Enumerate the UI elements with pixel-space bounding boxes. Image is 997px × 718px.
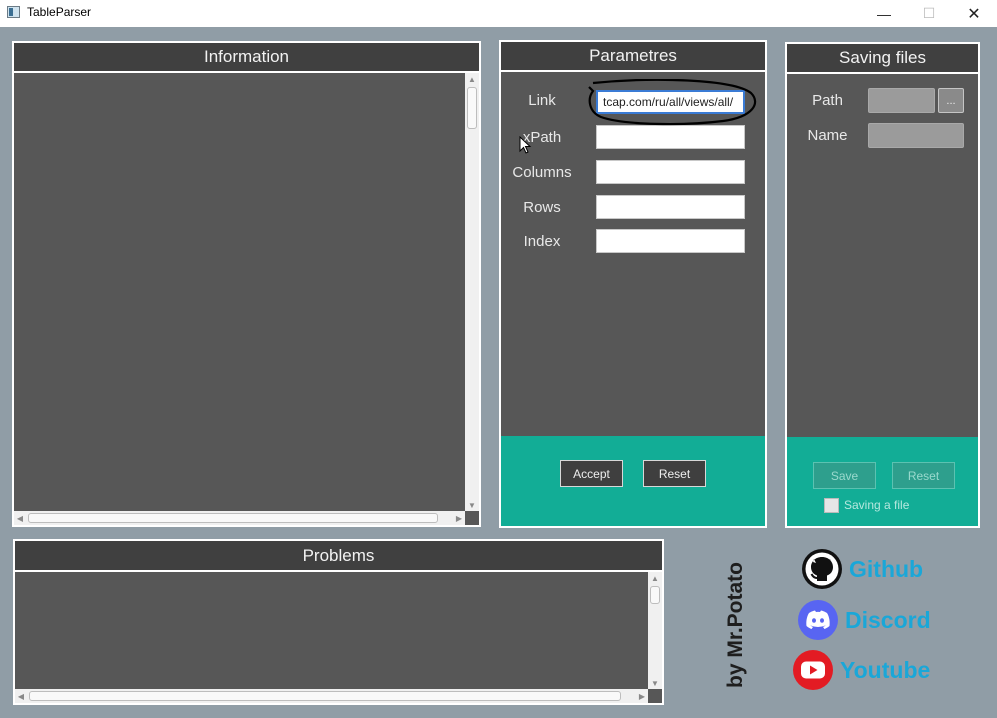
cursor-icon xyxy=(519,136,532,154)
github-link-label: Github xyxy=(849,555,924,582)
reset-parameters-button[interactable]: Reset xyxy=(643,460,706,487)
saving-files-header: Saving files xyxy=(787,44,978,74)
scroll-thumb[interactable] xyxy=(29,691,621,701)
information-header: Information xyxy=(14,43,479,73)
saving-files-panel: Saving files Path ... Name Save Reset Sa… xyxy=(785,42,980,528)
scroll-thumb[interactable] xyxy=(28,513,438,523)
problems-header: Problems xyxy=(15,541,662,572)
minimize-button[interactable]: — xyxy=(861,0,907,27)
app-icon xyxy=(7,6,20,18)
annotation-ellipse xyxy=(588,79,757,126)
name-input[interactable] xyxy=(868,123,964,148)
github-link[interactable]: Github xyxy=(801,548,923,590)
scroll-down-icon[interactable]: ▼ xyxy=(465,499,479,511)
discord-link-label: Discord xyxy=(845,606,931,633)
scroll-thumb[interactable] xyxy=(650,586,660,604)
reset-saving-button[interactable]: Reset xyxy=(892,462,955,489)
youtube-link[interactable]: Youtube xyxy=(792,649,930,691)
saving-checkbox[interactable] xyxy=(824,498,839,513)
author-credit-text: by Mr.Potato xyxy=(724,561,747,689)
scroll-up-icon[interactable]: ▲ xyxy=(648,572,662,584)
columns-label: Columns xyxy=(512,164,572,181)
columns-input[interactable] xyxy=(596,160,745,184)
saving-action-bar: Save Reset Saving a file xyxy=(787,437,978,526)
youtube-link-label: Youtube xyxy=(840,656,931,683)
link-label: Link xyxy=(528,92,556,109)
information-panel: Information ▲ ▼ ◀ ▶ xyxy=(12,41,481,527)
parameters-header: Parametres xyxy=(501,42,765,72)
scroll-down-icon[interactable]: ▼ xyxy=(648,677,662,689)
information-horizontal-scrollbar[interactable]: ◀ ▶ xyxy=(14,511,465,525)
saving-checkbox-label: Saving a file xyxy=(844,498,910,512)
github-icon xyxy=(802,549,842,589)
scroll-up-icon[interactable]: ▲ xyxy=(465,73,479,85)
information-vertical-scrollbar[interactable]: ▲ ▼ xyxy=(465,73,479,511)
youtube-icon xyxy=(793,650,833,690)
rows-label: Rows xyxy=(523,199,561,216)
browse-path-button[interactable]: ... xyxy=(938,88,964,113)
scroll-left-icon[interactable]: ◀ xyxy=(15,689,27,703)
accept-button[interactable]: Accept xyxy=(560,460,623,487)
maximize-button[interactable]: ☐ xyxy=(906,0,952,27)
scroll-thumb[interactable] xyxy=(467,87,477,129)
window-title: TableParser xyxy=(27,5,92,19)
scroll-right-icon[interactable]: ▶ xyxy=(636,689,648,703)
close-button[interactable]: ✕ xyxy=(951,0,997,27)
problems-textarea[interactable] xyxy=(15,572,648,689)
path-label: Path xyxy=(812,92,843,109)
title-bar: TableParser — ☐ ✕ xyxy=(0,0,997,27)
author-credit: by Mr.Potato xyxy=(716,550,756,700)
xpath-label: xPath xyxy=(522,129,562,146)
path-input[interactable] xyxy=(868,88,935,113)
problems-vertical-scrollbar[interactable]: ▲ ▼ xyxy=(648,572,662,689)
index-input[interactable] xyxy=(596,229,745,253)
information-textarea[interactable] xyxy=(14,73,465,511)
discord-icon xyxy=(798,600,838,640)
scroll-left-icon[interactable]: ◀ xyxy=(14,511,26,525)
rows-input[interactable] xyxy=(596,195,745,219)
name-label: Name xyxy=(807,127,848,144)
scroll-right-icon[interactable]: ▶ xyxy=(453,511,465,525)
save-button[interactable]: Save xyxy=(813,462,876,489)
parameters-action-bar: Accept Reset xyxy=(501,436,765,526)
problems-horizontal-scrollbar[interactable]: ◀ ▶ xyxy=(15,689,648,703)
problems-panel: Problems ▲ ▼ ◀ ▶ xyxy=(13,539,664,705)
discord-link[interactable]: Discord xyxy=(797,599,931,641)
index-label: Index xyxy=(523,233,561,250)
